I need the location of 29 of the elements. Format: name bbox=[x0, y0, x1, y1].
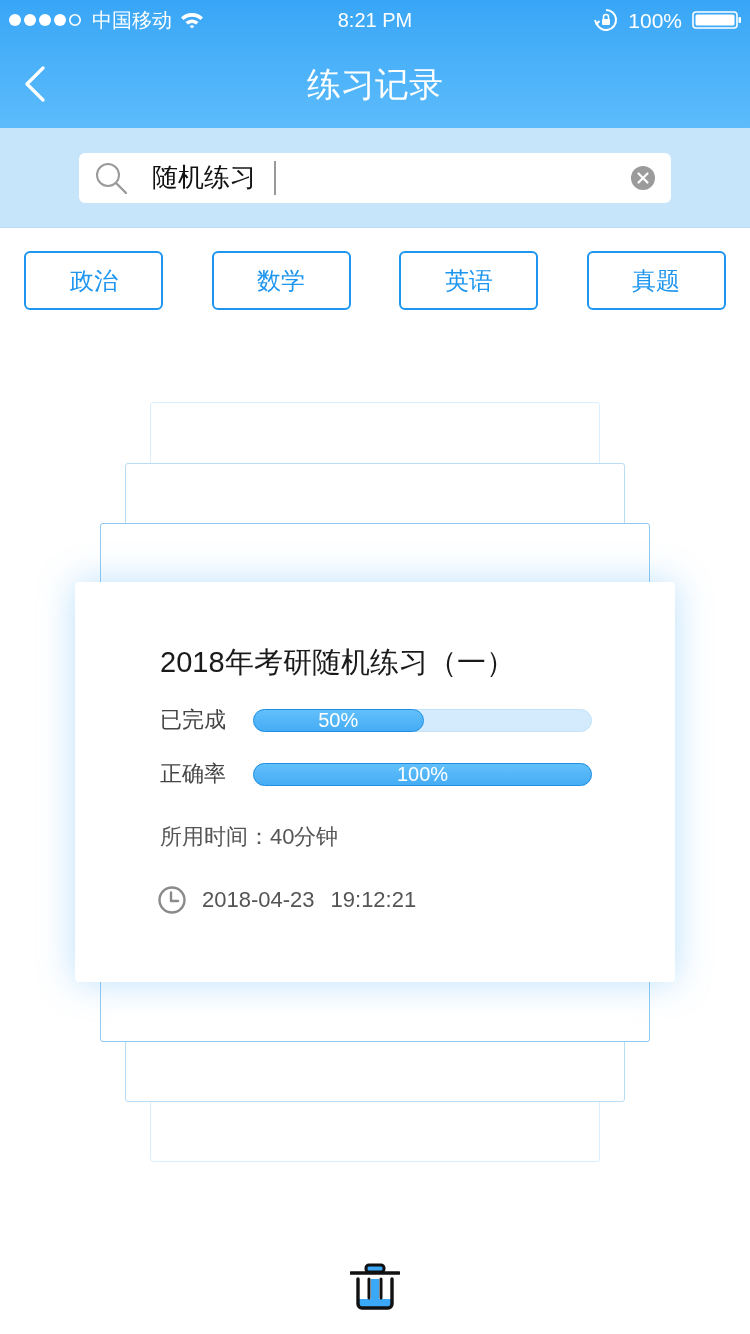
subject-tab[interactable]: 英语 bbox=[399, 251, 539, 310]
battery-icon bbox=[692, 11, 742, 29]
trash-icon bbox=[350, 1263, 400, 1311]
delete-button[interactable] bbox=[350, 1262, 400, 1312]
subject-tab[interactable]: 数学 bbox=[211, 251, 351, 310]
clock-icon bbox=[158, 886, 186, 914]
status-time: 8:21 PM bbox=[336, 10, 414, 30]
progress-label: 正确率 bbox=[160, 763, 227, 785]
search-input[interactable]: 随机练习 bbox=[152, 158, 270, 197]
record-date: 2018-04-23 bbox=[202, 889, 315, 911]
record-card[interactable]: 2018年考研随机练习（一） 已完成 50% 正确率 100% 所用时间：40分钟 2018-04-23 19:12:21 bbox=[75, 582, 675, 982]
carrier-name: 中国移动 bbox=[92, 10, 172, 30]
subject-tab[interactable]: 政治 bbox=[24, 251, 163, 310]
search-icon bbox=[95, 161, 127, 194]
signal-dots-icon bbox=[8, 13, 84, 27]
rotation-lock-icon bbox=[594, 8, 619, 32]
time-used: 所用时间：40分钟 bbox=[160, 826, 340, 848]
progress-label: 已完成 bbox=[160, 709, 227, 731]
battery-percent: 100% bbox=[628, 9, 682, 31]
text-cursor bbox=[274, 160, 276, 195]
subject-tab[interactable]: 真题 bbox=[586, 251, 726, 310]
progress-reading: 50% bbox=[318, 710, 359, 730]
record-time: 19:12:21 bbox=[330, 889, 417, 911]
chevron-left-icon bbox=[24, 66, 46, 102]
clear-icon[interactable] bbox=[631, 165, 655, 190]
progress-reading: 100% bbox=[396, 764, 449, 784]
record-title: 2018年考研随机练习（一） bbox=[160, 645, 516, 679]
wifi-icon bbox=[180, 11, 204, 29]
page-title: 练习记录 bbox=[307, 67, 443, 101]
